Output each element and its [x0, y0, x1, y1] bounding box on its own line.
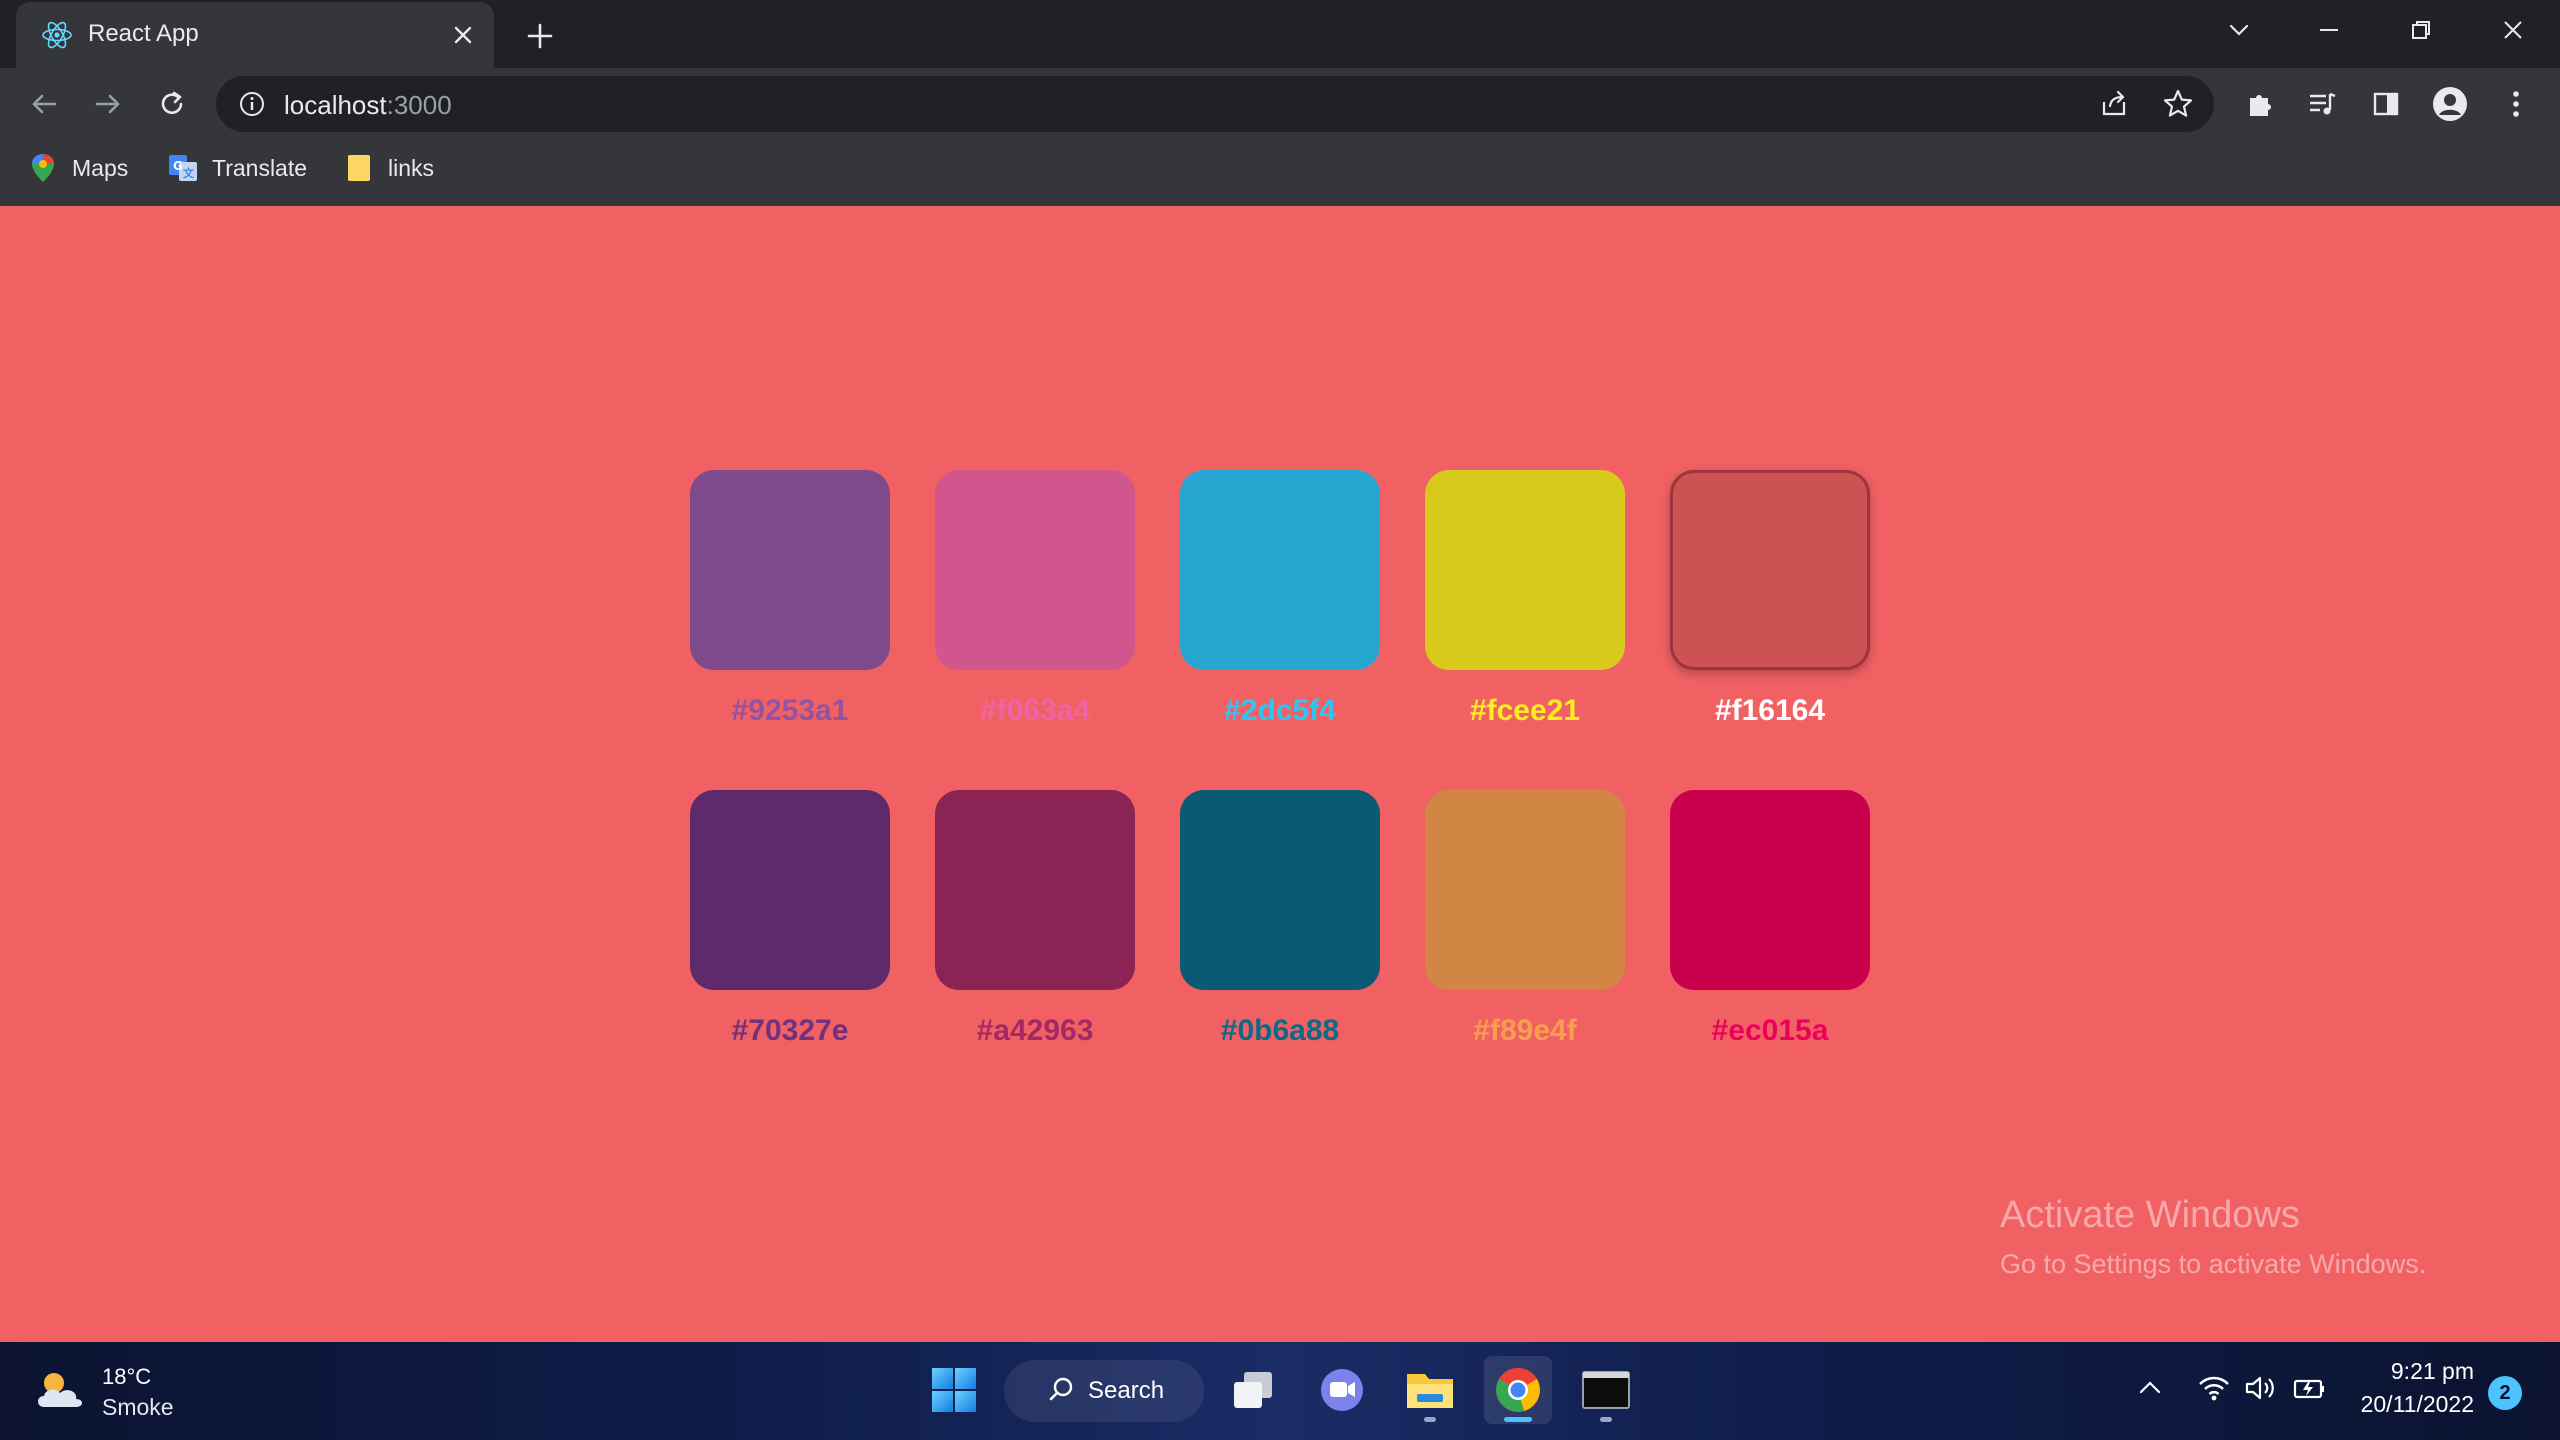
minimize-icon[interactable] [2304, 10, 2354, 50]
color-card[interactable]: #f16164 [1670, 470, 1870, 728]
color-card[interactable]: #ec015a [1670, 790, 1870, 1048]
weather-widget[interactable]: 18°C Smoke [32, 1360, 174, 1424]
side-panel-icon[interactable] [2364, 82, 2408, 126]
file-explorer-icon[interactable] [1396, 1356, 1464, 1424]
color-swatch[interactable] [1180, 470, 1380, 670]
color-swatch[interactable] [1670, 470, 1870, 670]
taskbar-search[interactable]: Search [1004, 1360, 1204, 1422]
bookmark-label: Maps [72, 154, 129, 181]
share-icon[interactable] [2096, 86, 2132, 122]
bookmark-folder-links[interactable]: links [344, 148, 434, 188]
media-control-icon[interactable] [2300, 82, 2344, 126]
task-view-icon[interactable] [1220, 1356, 1288, 1424]
color-card[interactable]: #70327e [690, 790, 890, 1048]
color-hex-label: #70327e [731, 1014, 849, 1047]
color-swatch[interactable] [1425, 790, 1625, 990]
color-hex-label: #9253a1 [731, 694, 849, 727]
bookmark-label: links [388, 154, 435, 181]
volume-icon[interactable] [2240, 1368, 2280, 1408]
profile-icon[interactable] [2428, 82, 2472, 126]
close-window-icon[interactable] [2488, 10, 2538, 50]
menu-icon[interactable] [2494, 82, 2538, 126]
address-bar[interactable]: localhost:3000 [216, 76, 2214, 132]
color-hex-label: #a42963 [976, 1014, 1094, 1047]
reload-icon[interactable] [150, 82, 194, 126]
color-swatch[interactable] [690, 790, 890, 990]
folder-icon [344, 153, 374, 183]
page-viewport: #9253a1 #f063a4 #2dc5f4 #fcee21 #f16164 #7032… [0, 206, 2560, 1342]
color-hex-label: #ec015a [1711, 1014, 1829, 1047]
weather-condition: Smoke [102, 1393, 174, 1420]
close-tab-icon[interactable] [446, 18, 480, 52]
teams-chat-icon[interactable] [1308, 1356, 1376, 1424]
translate-icon: G文 [168, 153, 198, 183]
terminal-icon[interactable] [1572, 1356, 1640, 1424]
color-hex-label: #f89e4f [1473, 1014, 1577, 1047]
watermark-title: Activate Windows [2000, 1194, 2300, 1236]
chevron-up-icon[interactable] [2130, 1368, 2170, 1408]
clock-date: 20/11/2022 [2360, 1391, 2474, 1417]
notification-badge[interactable]: 2 [2488, 1376, 2522, 1410]
chevron-down-icon[interactable] [2214, 10, 2264, 50]
weather-temperature: 18°C [102, 1363, 152, 1389]
svg-text:文: 文 [183, 166, 195, 180]
color-card[interactable]: #9253a1 [690, 470, 890, 728]
cloudy-weather-icon [32, 1365, 88, 1420]
taskbar-clock[interactable]: 9:21 pm 20/11/2022 [2350, 1358, 2474, 1418]
windows-taskbar: 18°C Smoke Search 9:21 pm 20/11/2022 2 [0, 1342, 2560, 1440]
color-swatch[interactable] [935, 470, 1135, 670]
color-swatch[interactable] [1180, 790, 1380, 990]
color-card[interactable]: #a42963 [935, 790, 1135, 1048]
chrome-icon[interactable] [1484, 1356, 1552, 1424]
color-swatch[interactable] [935, 790, 1135, 990]
bookmark-label: Translate [212, 154, 308, 181]
tab-title: React App [88, 20, 199, 47]
color-hex-label: #f063a4 [979, 694, 1091, 727]
svg-text:G: G [173, 159, 183, 173]
color-swatch[interactable] [1425, 470, 1625, 670]
color-card[interactable]: #f063a4 [935, 470, 1135, 728]
url-text[interactable]: localhost:3000 [284, 90, 452, 121]
wifi-icon[interactable] [2194, 1368, 2234, 1408]
star-icon[interactable] [2160, 86, 2196, 122]
color-hex-label: #fcee21 [1469, 694, 1581, 727]
color-card[interactable]: #0b6a88 [1180, 790, 1380, 1048]
browser-tab[interactable]: React App [16, 2, 494, 68]
color-card[interactable]: #fcee21 [1425, 470, 1625, 728]
restore-icon[interactable] [2396, 10, 2446, 50]
site-info-icon[interactable] [236, 88, 268, 120]
color-swatch[interactable] [690, 470, 890, 670]
browser-toolbar: localhost:3000 Maps G文 Translate links [0, 68, 2560, 206]
active-indicator [1504, 1417, 1532, 1422]
search-label: Search [1088, 1377, 1165, 1404]
color-hex-label: #0b6a88 [1220, 1014, 1340, 1047]
clock-time: 9:21 pm [2390, 1358, 2474, 1384]
color-card[interactable]: #f89e4f [1425, 790, 1625, 1048]
new-tab-icon[interactable] [520, 16, 560, 56]
extensions-icon[interactable] [2238, 82, 2282, 126]
running-indicator [1600, 1417, 1612, 1422]
back-icon[interactable] [22, 82, 66, 126]
tab-strip: React App [0, 0, 2560, 68]
forward-icon[interactable] [86, 82, 130, 126]
color-hex-label: #f16164 [1714, 694, 1826, 727]
running-indicator [1424, 1417, 1436, 1422]
battery-charging-icon[interactable] [2290, 1368, 2330, 1408]
react-icon [40, 18, 74, 52]
url-host: localhost [284, 90, 387, 120]
search-icon [1048, 1375, 1076, 1408]
url-port: :3000 [386, 90, 452, 120]
color-palette-grid: #9253a1 #f063a4 #2dc5f4 #fcee21 #f16164 #7032… [690, 470, 1870, 1048]
color-card[interactable]: #2dc5f4 [1180, 470, 1380, 728]
color-hex-label: #2dc5f4 [1224, 694, 1336, 727]
bookmark-maps[interactable]: Maps [28, 148, 128, 188]
watermark-subtitle: Go to Settings to activate Windows. [2000, 1249, 2427, 1279]
bookmark-translate[interactable]: G文 Translate [168, 148, 307, 188]
maps-icon [28, 153, 58, 183]
color-swatch[interactable] [1670, 790, 1870, 990]
windows-start-icon[interactable] [920, 1356, 988, 1424]
activate-windows-watermark: Activate Windows Go to Settings to activ… [2000, 1194, 2426, 1280]
